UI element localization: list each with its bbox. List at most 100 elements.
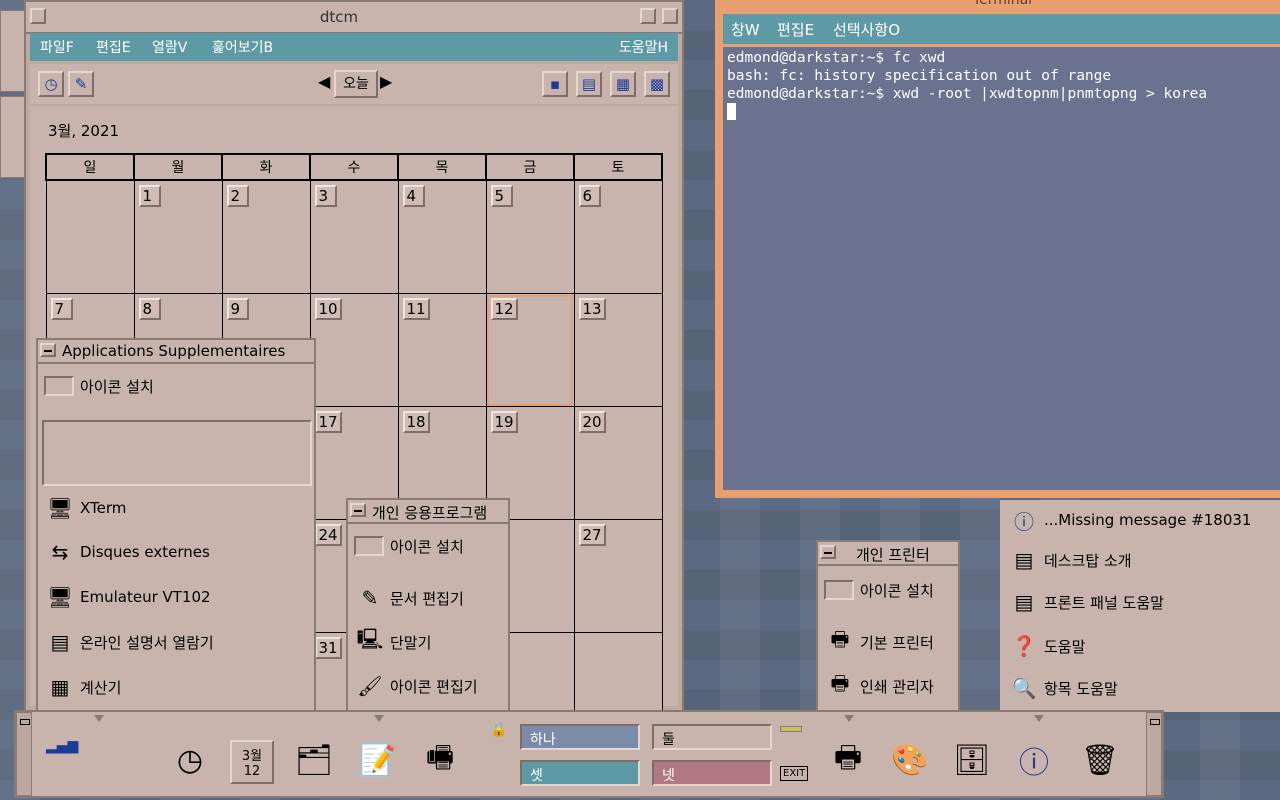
personal-item-terminal[interactable]: 🖳 단말기 <box>354 622 504 662</box>
personal-item-icon-editor[interactable]: 🖌 아이콘 편집기 <box>354 666 504 706</box>
trash-icon[interactable]: 🗑 <box>1076 736 1124 784</box>
day-cell[interactable]: 27 <box>573 519 663 633</box>
week-view-icon[interactable]: ▤ <box>576 71 602 97</box>
app-manager-icon[interactable]: 🗄 <box>948 736 996 784</box>
help-item-item-help[interactable]: 🔍 항목 도움말 <box>1008 668 1276 708</box>
subpanel-arrow-4[interactable] <box>1034 715 1044 722</box>
front-panel-left-handle[interactable] <box>16 712 32 796</box>
menu-view[interactable]: 열람V <box>152 37 187 57</box>
todo-icon[interactable]: ✎ <box>68 71 94 97</box>
day-number-button[interactable]: 24 <box>314 524 342 546</box>
help-manager-icon[interactable]: ⓘ <box>1010 736 1058 784</box>
day-cell[interactable] <box>45 179 135 294</box>
help-item-frontpanel-help[interactable]: ▤ 프론트 패널 도움말 <box>1008 582 1276 622</box>
workspace-button-4[interactable]: 넷 <box>652 760 772 786</box>
file-manager-icon[interactable]: 🗂 <box>290 736 338 784</box>
day-cell[interactable]: 5 <box>485 179 575 294</box>
apps-subpanel-title[interactable]: Applications Supplementaires <box>38 340 314 364</box>
install-icon-dropzone[interactable]: 아이콘 설치 <box>824 570 954 610</box>
day-cell[interactable]: 10 <box>309 293 399 407</box>
terminal-menu-options[interactable]: 선택사항O <box>833 19 900 40</box>
workspace-button-2[interactable]: 둘 <box>652 724 772 750</box>
day-number-button[interactable]: 2 <box>226 185 249 207</box>
maximize-button[interactable] <box>662 8 678 24</box>
personal-item-text-editor[interactable]: ✎ 문서 편집기 <box>354 578 504 618</box>
apps-item-vt102[interactable]: 🖥 Emulateur VT102 <box>44 577 310 617</box>
day-number-button[interactable]: 1 <box>138 185 161 207</box>
help-item-help[interactable]: ❓ 도움말 <box>1008 626 1276 666</box>
install-icon-dropzone[interactable]: 아이콘 설치 <box>354 526 504 566</box>
day-number-button[interactable]: 31 <box>314 637 342 659</box>
style-manager-icon[interactable]: 🎨 <box>886 736 934 784</box>
printer-item-manager[interactable]: 🖶 인쇄 관리자 <box>824 666 954 706</box>
day-number-button[interactable]: 12 <box>490 298 518 320</box>
day-number-button[interactable]: 18 <box>402 411 430 433</box>
day-number-button[interactable]: 5 <box>490 185 513 207</box>
apps-item-calculator[interactable]: ▦ 계산기 <box>44 667 310 707</box>
apps-item-xterm[interactable]: 🖥 XTerm <box>44 488 310 528</box>
day-number-button[interactable]: 20 <box>578 411 606 433</box>
day-number-button[interactable]: 19 <box>490 411 518 433</box>
front-panel-right-handle[interactable] <box>1146 712 1162 796</box>
calendar-titlebar[interactable]: dtcm <box>26 2 682 34</box>
day-number-button[interactable]: 27 <box>578 524 606 546</box>
printer-icon[interactable]: 🖶 <box>824 736 872 784</box>
day-number-button[interactable]: 3 <box>314 185 337 207</box>
terminal-menu-window[interactable]: 창W <box>731 19 760 40</box>
day-cell[interactable]: 20 <box>573 406 663 520</box>
menu-edit[interactable]: 편집E <box>96 37 131 57</box>
day-cell[interactable]: 2 <box>221 179 311 294</box>
subpanel-minimize-button[interactable] <box>820 545 836 559</box>
day-number-button[interactable]: 13 <box>578 298 606 320</box>
minimize-button[interactable] <box>640 8 656 24</box>
subpanel-minimize-button[interactable] <box>40 343 56 357</box>
desktop-icon-partial[interactable] <box>0 96 26 178</box>
day-cell[interactable]: 13 <box>573 293 663 407</box>
day-cell[interactable]: 4 <box>397 179 487 294</box>
day-number-button[interactable]: 11 <box>402 298 430 320</box>
year-view-icon[interactable]: ▩ <box>644 71 670 97</box>
personal-apps-subpanel-title[interactable]: 개인 응용프로그램 <box>348 500 508 524</box>
apps-item-external-disks[interactable]: ⇆ Disques externes <box>44 532 310 572</box>
calendar-icon[interactable]: 3월 12 <box>230 740 274 784</box>
day-number-button[interactable]: 8 <box>138 298 161 320</box>
day-view-icon[interactable]: ▪ <box>542 71 568 97</box>
day-number-button[interactable]: 10 <box>314 298 342 320</box>
next-button[interactable]: ▶ <box>380 72 392 91</box>
mailer-icon[interactable]: 🖷 <box>416 736 464 784</box>
day-cell[interactable]: 6 <box>573 179 663 294</box>
terminal-screen[interactable]: edmond@darkstar:~$ fc xwd bash: fc: histo… <box>723 47 1280 490</box>
appointment-icon[interactable]: ◷ <box>38 71 64 97</box>
menu-help[interactable]: 도움말H <box>619 37 668 57</box>
subpanel-arrow-2[interactable] <box>374 715 384 722</box>
terminal-title[interactable]: Terminal <box>715 0 1280 8</box>
text-editor-icon[interactable]: 📝 <box>354 736 402 784</box>
exit-button[interactable]: EXIT <box>780 766 809 781</box>
printers-subpanel-title[interactable]: 개인 프린터 <box>818 542 958 566</box>
day-number-button[interactable]: 6 <box>578 185 601 207</box>
today-button[interactable]: 오늘 <box>334 70 378 98</box>
apps-drop-area[interactable] <box>42 420 312 486</box>
workspace-button-1[interactable]: 하나 <box>520 724 640 750</box>
day-number-button[interactable]: 4 <box>402 185 425 207</box>
day-cell[interactable]: 3 <box>309 179 399 294</box>
desktop-icon-terminal-partial[interactable] <box>0 10 26 92</box>
clock-icon[interactable]: ◷ <box>166 736 214 784</box>
day-number-button[interactable]: 9 <box>226 298 249 320</box>
subpanel-minimize-button[interactable] <box>350 503 366 517</box>
menu-browse[interactable]: 훑어보기B <box>212 37 273 57</box>
day-cell[interactable]: 1 <box>133 179 223 294</box>
window-menu-button[interactable] <box>30 8 46 24</box>
workspace-button-3[interactable]: 셋 <box>520 760 640 786</box>
install-icon-dropzone[interactable]: 아이콘 설치 <box>44 366 310 406</box>
printer-item-default[interactable]: 🖶 기본 프린터 <box>824 622 954 662</box>
help-item-missing-message[interactable]: ⓘ ...Missing message #18031 <box>1008 500 1276 540</box>
month-view-icon[interactable]: ▦ <box>610 71 636 97</box>
terminal-menu-edit[interactable]: 편집E <box>777 19 814 40</box>
lock-icon[interactable]: 🔒 <box>490 722 507 738</box>
day-number-button[interactable]: 7 <box>50 298 73 320</box>
menu-file[interactable]: 파일F <box>40 37 74 57</box>
day-cell[interactable]: 12 <box>485 293 575 407</box>
day-cell[interactable]: 11 <box>397 293 487 407</box>
day-number-button[interactable]: 17 <box>314 411 342 433</box>
